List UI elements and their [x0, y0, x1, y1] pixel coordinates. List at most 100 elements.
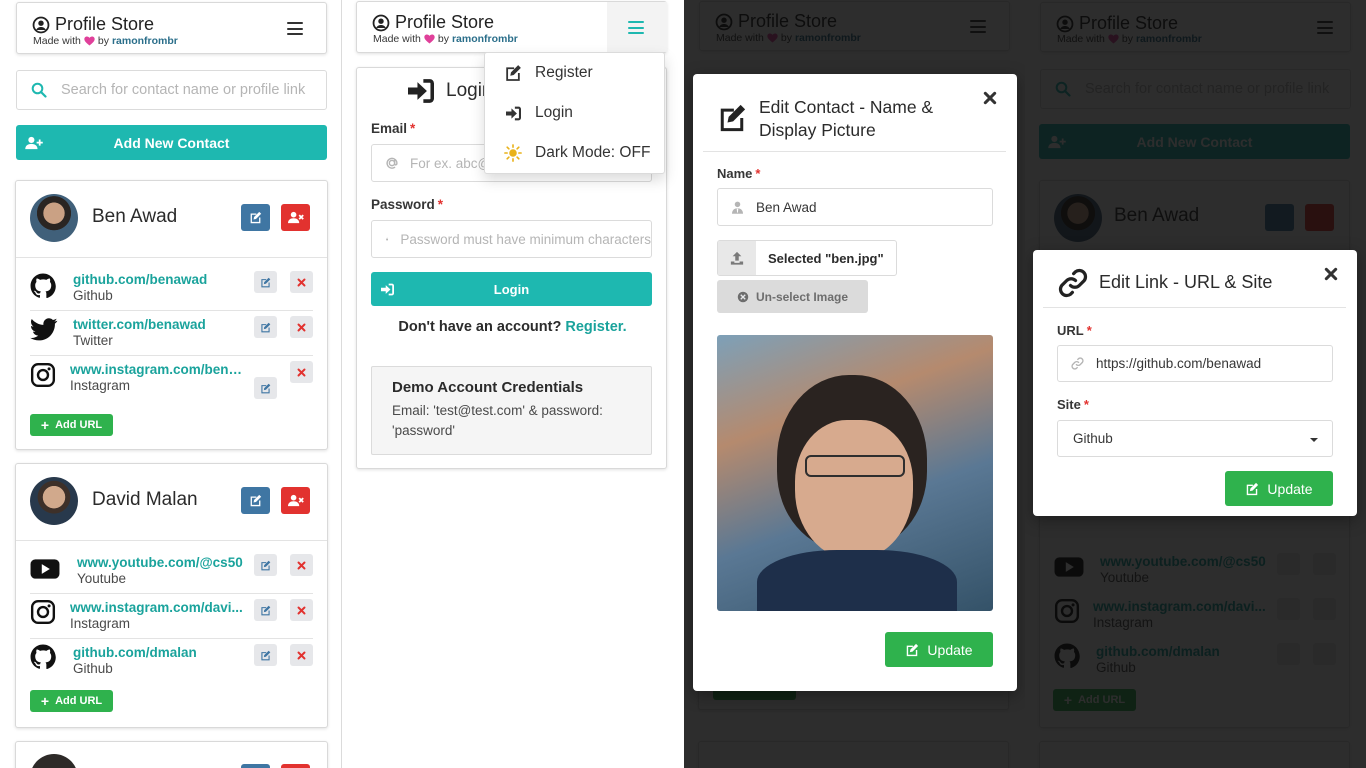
link-icon: [1058, 268, 1088, 298]
user-circle-icon: [32, 16, 50, 34]
link-url[interactable]: www.instagram.com/bena...: [70, 362, 246, 377]
nav-dropdown-menu: Register Login Dark Mode: OFF: [484, 52, 665, 174]
navbar: Profile Store Made with by ramonfrombr: [356, 1, 667, 53]
password-field[interactable]: Password must have minimum characters: [371, 220, 652, 258]
name-field[interactable]: Ben Awad: [717, 188, 993, 226]
unselect-image-button[interactable]: Un-select Image: [717, 280, 868, 313]
delete-link-button[interactable]: [290, 599, 313, 621]
add-url-button[interactable]: + Add URL: [30, 690, 113, 712]
register-link[interactable]: Register.: [565, 319, 626, 335]
edit-contact-panel: Profile Store Made with by ramonfrombr E…: [684, 0, 1025, 768]
brand-title[interactable]: Profile Store: [372, 12, 494, 33]
update-link-button[interactable]: Update: [1225, 471, 1333, 506]
link-site: Youtube: [77, 571, 127, 586]
login-panel: Profile Store Made with by ramonfrombr L…: [341, 0, 684, 768]
close-icon: [297, 606, 306, 615]
edit-icon: [260, 605, 271, 616]
edit-link-button[interactable]: [254, 599, 277, 621]
search-icon: [31, 82, 47, 98]
edit-icon: [260, 322, 271, 333]
upload-button[interactable]: [718, 241, 756, 275]
github-icon: [30, 644, 56, 670]
hamburger-menu-button[interactable]: [607, 2, 667, 52]
sign-in-icon: [380, 283, 395, 296]
edit-contact-button[interactable]: [241, 764, 270, 768]
brand-subtitle: Made with by ramonfrombr: [33, 35, 178, 47]
brand-subtitle: Made with by ramonfrombr: [373, 33, 518, 45]
delete-link-button[interactable]: [290, 554, 313, 576]
edit-link-button[interactable]: [254, 271, 277, 293]
user-tie-icon: [732, 201, 743, 214]
edit-link-button[interactable]: [254, 316, 277, 338]
url-field[interactable]: https://github.com/benawad: [1057, 345, 1333, 382]
close-icon: [297, 323, 306, 332]
edit-icon: [260, 560, 271, 571]
avatar: [30, 194, 78, 242]
email-label: Email *: [371, 121, 416, 136]
modal-title: Edit Contact - Name & Display Picture: [759, 97, 934, 140]
edit-contact-button[interactable]: [241, 487, 270, 514]
delete-contact-button[interactable]: [281, 764, 310, 768]
instagram-icon: [30, 362, 56, 388]
sun-icon: [504, 144, 522, 162]
name-label: Name *: [717, 166, 761, 181]
edit-icon: [260, 383, 271, 394]
delete-link-button[interactable]: [290, 361, 313, 383]
file-upload[interactable]: Selected "ben.jpg": [717, 240, 897, 276]
contact-name: Ben Awad: [92, 206, 178, 227]
edit-icon: [249, 211, 262, 224]
delete-link-button[interactable]: [290, 316, 313, 338]
edit-icon: [504, 64, 522, 82]
edit-icon: [260, 650, 271, 661]
close-icon[interactable]: [983, 91, 997, 105]
login-button[interactable]: Login: [371, 272, 652, 306]
link-url[interactable]: www.youtube.com/@cs50: [77, 555, 243, 570]
link-url[interactable]: github.com/benawad: [73, 272, 207, 287]
edit-contact-button[interactable]: [241, 204, 270, 231]
close-icon[interactable]: [1324, 267, 1338, 281]
edit-link-button[interactable]: [254, 644, 277, 666]
github-icon: [30, 273, 56, 299]
user-circle-icon: [372, 14, 390, 32]
edit-icon: [1245, 482, 1259, 496]
add-contact-button[interactable]: Add New Contact: [16, 125, 327, 160]
menu-item-login[interactable]: Login: [485, 93, 664, 133]
link-site: Github: [73, 288, 113, 303]
author-link[interactable]: ramonfrombr: [112, 35, 178, 47]
demo-credentials-box: Demo Account Credentials Email: 'test@te…: [371, 366, 652, 455]
close-icon: [297, 278, 306, 287]
link-url[interactable]: github.com/dmalan: [73, 645, 197, 660]
display-picture-preview: [717, 335, 993, 611]
edit-icon: [717, 103, 747, 133]
edit-link-panel: Profile Store Made with by ramonfrombr S…: [1025, 0, 1366, 768]
menu-item-register[interactable]: Register: [485, 53, 664, 93]
update-contact-button[interactable]: Update: [885, 632, 993, 667]
delete-contact-button[interactable]: [281, 487, 310, 514]
url-label: URL *: [1057, 323, 1092, 338]
sign-in-icon: [505, 106, 522, 121]
add-url-button[interactable]: + Add URL: [30, 414, 113, 436]
delete-link-button[interactable]: [290, 271, 313, 293]
plus-icon: +: [40, 417, 50, 433]
delete-link-button[interactable]: [290, 644, 313, 666]
delete-contact-button[interactable]: [281, 204, 310, 231]
edit-icon: [249, 494, 262, 507]
lock-icon: [386, 232, 388, 246]
menu-item-dark-mode[interactable]: Dark Mode: OFF: [485, 133, 664, 173]
link-url[interactable]: www.instagram.com/davi...: [70, 600, 243, 615]
link-url[interactable]: twitter.com/benawad: [73, 317, 206, 332]
link-site: Twitter: [73, 333, 113, 348]
selected-file-name: Selected "ben.jpg": [768, 250, 884, 266]
edit-link-button[interactable]: [254, 377, 277, 399]
hamburger-menu-icon: [628, 21, 644, 34]
demo-title: Demo Account Credentials: [392, 379, 584, 396]
edit-link-button[interactable]: [254, 554, 277, 576]
link-icon: [1071, 357, 1084, 370]
youtube-icon: [30, 558, 60, 580]
brand-title[interactable]: Profile Store: [32, 14, 154, 35]
author-link[interactable]: ramonfrombr: [452, 33, 518, 45]
search-input[interactable]: Search for contact name or profile link: [16, 70, 327, 110]
hamburger-menu-icon[interactable]: [287, 22, 303, 35]
edit-contact-modal: Edit Contact - Name & Display Picture Na…: [693, 74, 1017, 691]
site-select[interactable]: Github: [1057, 420, 1333, 457]
